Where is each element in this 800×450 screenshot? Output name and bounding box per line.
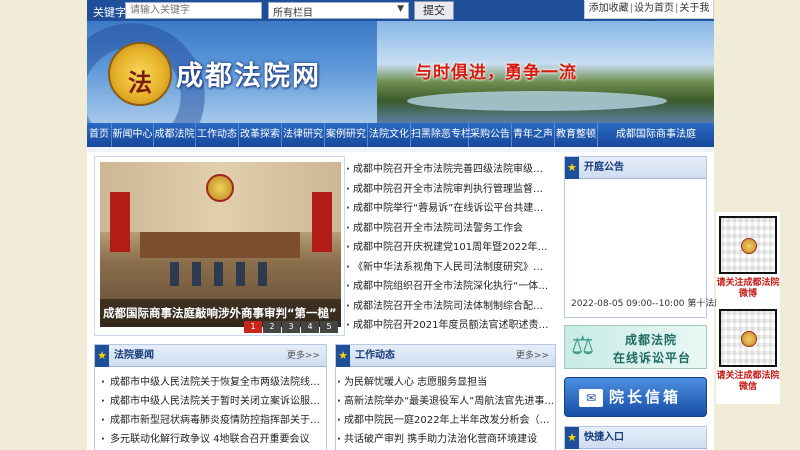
nav-youth-voice[interactable]: 青年之声 xyxy=(512,123,555,147)
nav-home[interactable]: 首页 xyxy=(87,123,112,147)
nav-work-updates[interactable]: 工作动态 xyxy=(196,123,239,147)
nav-court-culture[interactable]: 法院文化 xyxy=(368,123,411,147)
box-header: ★ 快捷入口 xyxy=(565,427,706,449)
mailbox-label: 院长信箱 xyxy=(609,388,682,406)
scales-icon: ⚖ xyxy=(571,331,595,361)
news-list: 成都市中级人民法院关于恢复全市两级法院线下诉讼服务的公告 成都市中级人民法院关于… xyxy=(95,367,326,449)
nav-spacer xyxy=(87,147,714,152)
nav-law-research[interactable]: 法律研究 xyxy=(282,123,325,147)
column-label: 栏目： xyxy=(235,6,268,19)
nav-reform[interactable]: 改革探索 xyxy=(239,123,282,147)
president-mailbox-button[interactable]: ✉ 院长信箱 xyxy=(564,377,707,417)
national-emblem-icon xyxy=(206,174,234,202)
nav-intl-commercial-court[interactable]: 成都国际商事法庭 xyxy=(598,123,714,147)
envelope-icon: ✉ xyxy=(579,389,603,407)
nav-education[interactable]: 教育整顿 xyxy=(555,123,598,147)
list-item[interactable]: 成都中院民一庭2022年上半年改发分析会（南部片区） xyxy=(336,411,555,430)
list-item[interactable]: 成都中院召开全市法院完善四级法院审级职能定位改革试点工作推进会 xyxy=(345,160,550,180)
box-title: 开庭公告 xyxy=(584,162,624,173)
court-badge-icon xyxy=(741,331,757,347)
slogan: 与时俱进，勇争一流 xyxy=(415,63,577,83)
box-header: ★ 工作动态 更多>> xyxy=(336,345,555,367)
slide-page-button[interactable]: 1 xyxy=(244,321,262,333)
chevron-down-icon: ▼ xyxy=(397,4,404,14)
column-select-value: 所有栏目 xyxy=(273,8,313,19)
list-item[interactable]: 成都中院召开全市法院司法警务工作会 xyxy=(345,219,550,239)
news-list: 为民解忧暖人心 志愿服务显担当 高新法院举办“最美退役军人”周航法官先进事迹报告… xyxy=(336,367,555,449)
column-select[interactable]: 所有栏目 ▼ xyxy=(268,2,409,19)
nav-news-center[interactable]: 新闻中心 xyxy=(112,123,154,147)
nav-anti-crime[interactable]: 扫黑除恶专栏 xyxy=(411,123,471,147)
work-updates-box: ★ 工作动态 更多>> 为民解忧暖人心 志愿服务显担当 高新法院举办“最美退役军… xyxy=(335,344,556,450)
quick-entry-box: ★ 快捷入口 xyxy=(564,426,707,450)
box-title: 法院要闻 xyxy=(114,350,154,361)
list-item[interactable]: 成都市新型冠状病毒肺炎疫情防控指挥部关于在全市开展全员核酸检测的通告 xyxy=(95,411,326,430)
box-title: 工作动态 xyxy=(355,350,395,361)
star-icon: ★ xyxy=(565,157,579,179)
slide-page-button[interactable]: 5 xyxy=(320,321,338,333)
slideshow: 成都国际商事法庭敲响涉外商事审判“第一槌” 1 2 3 4 5 xyxy=(94,156,345,336)
list-item[interactable]: 成都中院召开庆祝建党101周年暨2022年度表彰大会 xyxy=(345,238,550,258)
hearing-notice-box: ★ 开庭公告 2022-08-05 09:00--10:00 第十法庭 xyxy=(564,156,723,318)
courtroom-people xyxy=(170,262,270,286)
list-item[interactable]: 共话破产审判 携手助力法治化营商环境建设 xyxy=(336,430,555,449)
online-banner-line2: 在线诉讼平台 xyxy=(613,351,692,365)
judge-bench xyxy=(140,232,300,258)
star-icon: ★ xyxy=(565,427,579,449)
court-news-box: ★ 法院要闻 更多>> 成都市中级人民法院关于恢复全市两级法院线下诉讼服务的公告… xyxy=(94,344,327,450)
list-item[interactable]: 成都法院召开全市法院司法体制制综合配套改革推进会 xyxy=(345,297,550,317)
list-item[interactable]: 成都中院举行“蓉易诉”在线诉讼平台共建共享启动仪式 xyxy=(345,199,550,219)
weibo-qr-code[interactable] xyxy=(719,216,777,274)
box-header: ★ 开庭公告 xyxy=(565,157,706,179)
submit-button[interactable]: 提交 xyxy=(414,1,454,20)
star-icon: ★ xyxy=(336,345,350,367)
floating-qr-panel: 请关注成都法院微博 请关注成都法院微信 xyxy=(716,212,780,404)
court-badge-icon xyxy=(741,238,757,254)
set-homepage-link[interactable]: 设为首页 xyxy=(634,3,674,14)
top-links: 添加收藏|设为首页|关于我们 xyxy=(584,0,714,32)
river-decoration xyxy=(407,91,667,111)
page-container: 关键字： 栏目： 所有栏目 ▼ 提交 添加收藏|设为首页|关于我们 法 成都法院… xyxy=(87,0,723,450)
flag-decoration xyxy=(312,192,332,252)
court-emblem-logo: 法 xyxy=(108,42,172,106)
flag-decoration xyxy=(110,192,130,252)
headline-list: 成都中院召开全市法院完善四级法院审级职能定位改革试点工作推进会 成都中院召开全市… xyxy=(345,156,550,336)
list-item[interactable]: 成都市中级人民法院关于恢复全市两级法院线下诉讼服务的公告 xyxy=(95,373,326,392)
online-banner-line1: 成都法院 xyxy=(625,333,678,347)
list-item[interactable]: 成都中院召开2021年度员额法官述职述责述廉会 xyxy=(345,316,550,336)
list-item[interactable]: 成都市中级人民法院关于暂时关闭立案诉讼服务大厅的公告 xyxy=(95,392,326,411)
site-title[interactable]: 成都法院网 xyxy=(176,54,321,93)
top-search-bar: 关键字： 栏目： 所有栏目 ▼ 提交 添加收藏|设为首页|关于我们 xyxy=(87,0,714,32)
emblem-glyph: 法 xyxy=(128,68,152,97)
list-item[interactable]: 高新法院举办“最美退役军人”周航法官先进事迹报告会 xyxy=(336,392,555,411)
hearing-entry[interactable]: 2022-08-05 09:00--10:00 第十法庭 xyxy=(571,296,723,309)
slide-page-button[interactable]: 4 xyxy=(301,321,319,333)
weibo-qr-caption: 请关注成都法院微博 xyxy=(716,278,780,299)
star-icon: ★ xyxy=(95,345,109,367)
online-litigation-banner[interactable]: ⚖ 成都法院 在线诉讼平台 xyxy=(564,325,707,369)
header-banner: 法 成都法院网 与时俱进，勇争一流 xyxy=(87,21,714,123)
box-title: 快捷入口 xyxy=(584,432,624,443)
box-header: ★ 法院要闻 更多>> xyxy=(95,345,326,367)
list-item[interactable]: 《新中华法系视角下人民司法制度研究》课题开题 xyxy=(345,258,550,278)
wechat-qr-code[interactable] xyxy=(719,309,777,367)
list-item[interactable]: 为民解忧暖人心 志愿服务显担当 xyxy=(336,373,555,392)
wechat-qr-caption: 请关注成都法院微信 xyxy=(716,371,780,392)
slide-page-button[interactable]: 3 xyxy=(282,321,300,333)
list-item[interactable]: 成都中院召开全市法院审判执行管理监督委员会会议 xyxy=(345,180,550,200)
nav-case-research[interactable]: 案例研究 xyxy=(325,123,368,147)
slide-page-button[interactable]: 2 xyxy=(263,321,281,333)
list-item[interactable]: 成都中院组织召开全市法院深化执行“一体化”推进会 xyxy=(345,277,550,297)
add-favorite-link[interactable]: 添加收藏 xyxy=(589,3,629,14)
nav-procurement[interactable]: 采购公告 xyxy=(469,123,512,147)
nav-chengdu-courts[interactable]: 成都法院 xyxy=(154,123,196,147)
list-item[interactable]: 多元联动化解行政争议 4地联合召开重要会议 xyxy=(95,430,326,449)
more-link[interactable]: 更多>> xyxy=(287,345,320,367)
main-nav: 首页 新闻中心 成都法院 工作动态 改革探索 法律研究 案例研究 法院文化 扫黑… xyxy=(87,123,714,147)
slideshow-photo[interactable]: 成都国际商事法庭敲响涉外商事审判“第一槌” xyxy=(100,162,341,327)
slideshow-pager: 1 2 3 4 5 xyxy=(243,321,338,333)
more-link[interactable]: 更多>> xyxy=(516,345,549,367)
